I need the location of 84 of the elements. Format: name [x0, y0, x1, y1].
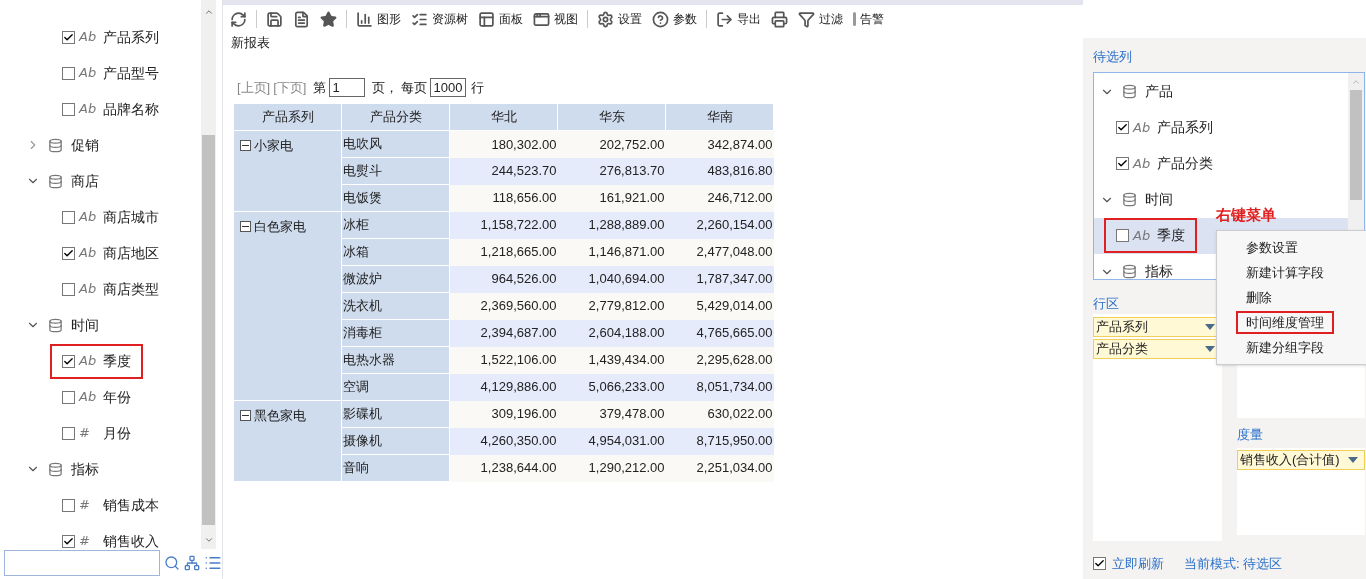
type-icon: # [79, 495, 95, 515]
type-icon: Ab [79, 27, 95, 47]
table-cell: 276,813.70 [557, 157, 666, 185]
type-icon: Ab [1133, 225, 1149, 246]
table-cell: 电熨斗 [341, 157, 450, 185]
table-cell: 2,779,812.00 [557, 292, 666, 320]
table-cell: 630,022.00 [665, 400, 774, 428]
type-icon: Ab [79, 351, 95, 371]
type-icon: # [79, 423, 95, 443]
type-icon: Ab [79, 279, 95, 299]
mode-label: 当前模式: 待选区 [1184, 554, 1283, 573]
table-cell: 5,066,233.00 [557, 373, 666, 401]
table-cell: 4,129,886.00 [449, 373, 558, 401]
table-cell: 电热水器 [341, 346, 450, 374]
table-cell: 洗衣机 [341, 292, 450, 320]
table-cell: 118,656.00 [449, 184, 558, 212]
table-cell: 8,051,734.00 [665, 373, 774, 401]
table-cell: 微波炉 [341, 265, 450, 293]
table-cell: 1,218,665.00 [449, 238, 558, 266]
table-cell: 冰箱 [341, 238, 450, 266]
table-cell: 1,288,889.00 [557, 211, 666, 239]
table-cell: 1,290,212.00 [557, 454, 666, 482]
table-cell: 2,369,560.00 [449, 292, 558, 320]
table-cell: 5,429,014.00 [665, 292, 774, 320]
column-header: 华北 [449, 103, 558, 131]
type-icon: Ab [1133, 117, 1149, 138]
table-cell: 音响 [341, 454, 450, 482]
table-cell: 8,715,950.00 [665, 427, 774, 455]
type-icon: Ab [79, 63, 95, 83]
pager-label: 第 [313, 78, 327, 97]
table-cell: 冰柜 [341, 211, 450, 239]
table-cell: 1,439,434.00 [557, 346, 666, 374]
table-cell: 964,526.00 [449, 265, 558, 293]
table-cell: 4,954,031.00 [557, 427, 666, 455]
table-cell: 影碟机 [341, 400, 450, 428]
table-cell: 4,260,350.00 [449, 427, 558, 455]
type-icon: Ab [79, 387, 95, 407]
area-title: 行区 [1093, 294, 1120, 312]
table-cell: 1,158,722.00 [449, 211, 558, 239]
table-cell: 4,765,665.00 [665, 319, 774, 347]
area-title: 度量 [1237, 425, 1264, 441]
type-icon: Ab [1133, 153, 1149, 174]
report-title: 新报表 [230, 34, 271, 52]
table-cell: 342,874.00 [665, 130, 774, 158]
column-header: 产品系列 [233, 103, 342, 131]
table-cell: 1,787,347.00 [665, 265, 774, 293]
group-cell-text: 小家电 [254, 137, 293, 155]
table-cell: 2,477,048.00 [665, 238, 774, 266]
table-cell: 2,260,154.00 [665, 211, 774, 239]
type-icon: Ab [79, 207, 95, 227]
table-cell: 180,302.00 [449, 130, 558, 158]
table-cell: 2,604,188.00 [557, 319, 666, 347]
pager-label: 页， [372, 78, 399, 97]
table-cell: 244,523.70 [449, 157, 558, 185]
table-cell: 消毒柜 [341, 319, 450, 347]
table-cell: 483,816.80 [665, 157, 774, 185]
table-cell: 摄像机 [341, 427, 450, 455]
group-cell-text: 黑色家电 [254, 407, 306, 425]
group-cell-text: 白色家电 [254, 218, 306, 236]
type-icon: Ab [79, 99, 95, 119]
pager-label: 行 [471, 78, 485, 97]
column-header: 产品分类 [341, 103, 450, 131]
table-cell: 1,238,644.00 [449, 454, 558, 482]
table-cell: 2,394,687.00 [449, 319, 558, 347]
annotation: 右键菜单 [1216, 205, 1276, 225]
table-cell: 246,712.00 [665, 184, 774, 212]
column-header: 华东 [557, 103, 666, 131]
panel-title: 待选列 [1093, 48, 1133, 66]
table-cell: 1,040,694.00 [557, 265, 666, 293]
pager-label: 每页 [401, 78, 428, 97]
type-icon: Ab [79, 243, 95, 263]
type-icon: # [79, 531, 95, 549]
table-cell: 2,295,628.00 [665, 346, 774, 374]
table-cell: 379,478.00 [557, 400, 666, 428]
table-cell: 161,921.00 [557, 184, 666, 212]
table-cell: 电吹风 [341, 130, 450, 158]
table-cell: 空调 [341, 373, 450, 401]
column-header: 华南 [665, 103, 774, 131]
table-cell: 309,196.00 [449, 400, 558, 428]
table-cell: 2,251,034.00 [665, 454, 774, 482]
table-cell: 1,522,106.00 [449, 346, 558, 374]
table-cell: 1,146,871.00 [557, 238, 666, 266]
table-cell: 202,752.00 [557, 130, 666, 158]
table-cell: 电饭煲 [341, 184, 450, 212]
